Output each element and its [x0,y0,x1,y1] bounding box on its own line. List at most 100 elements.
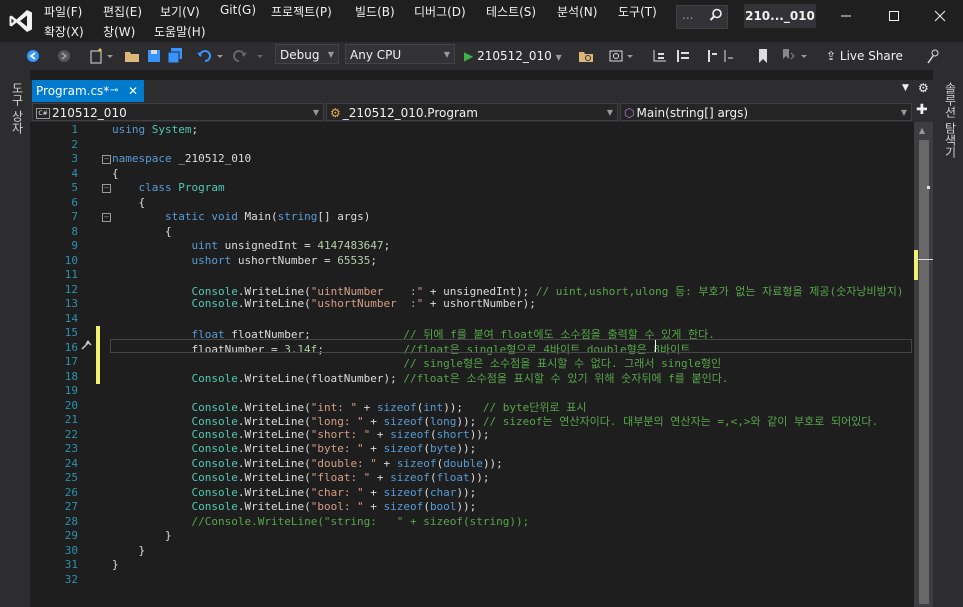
line-number: 23 [64,442,78,455]
code-line[interactable]: ushort ushortNumber = 65535; [112,254,376,267]
save-all-icon[interactable] [166,47,184,65]
pin-icon[interactable]: ⊸ [110,80,118,102]
open-file-icon[interactable] [124,47,140,65]
solution-explorer-tab[interactable]: 솔루션 탐색기 [942,82,959,158]
bookmark-icon[interactable] [756,47,770,65]
minimize-icon[interactable] [834,6,858,26]
configuration-value: Debug [280,48,320,62]
format-icon[interactable] [674,47,692,65]
code-line[interactable]: Console.WriteLine("float: " + sizeof(flo… [112,471,489,484]
chevron-down-icon: ▼ [443,50,450,59]
menu-item[interactable]: 도움말(H) [154,23,206,40]
code-line[interactable]: { [112,167,119,180]
type-dropdown[interactable]: ⚙ _210512_010.Program ▼ [326,103,618,121]
code-editor[interactable]: 1 2 3 4 5 6 7 8 9 10 11 12 13 14 15 16 17 18 19 20 21 22 23 24 2… [30,122,914,607]
scrollbar-thumb[interactable] [919,140,929,604]
menu-item[interactable]: 빌드(B) [355,3,395,20]
code-line[interactable]: Console.WriteLine("bool: " + sizeof(bool… [112,500,476,513]
line-number: 2 [71,137,78,151]
solution-name-badge[interactable]: 210..._010 [744,4,816,28]
search-box[interactable]: ... [676,5,728,29]
line-number: 22 [64,427,78,441]
vertical-scrollbar[interactable]: ▲ [914,122,933,607]
chevron-down-icon[interactable] [626,47,634,65]
search-icon[interactable] [709,8,723,22]
close-icon[interactable]: ✕ [128,80,138,102]
redo-icon[interactable] [232,47,248,65]
class-icon: ⚙ [330,106,341,120]
code-line[interactable]: { [112,225,172,238]
feedback-icon[interactable] [926,47,942,65]
configuration-dropdown[interactable]: Debug ▼ [275,44,339,64]
line-number-gutter: 1 2 3 4 5 6 7 8 9 10 11 12 13 14 15 16 17 18 19 20 21 22 23 24 2… [30,122,88,607]
menu-item[interactable]: 파일(F) [44,3,82,20]
toolbox-tab[interactable]: 도구 상자 [9,82,26,134]
menu-item[interactable]: 창(W) [103,23,135,40]
code-line[interactable]: } [112,544,145,557]
code-line[interactable]: class Program [112,181,225,194]
uncomment-icon[interactable] [722,47,734,65]
tab-list-dropdown-icon[interactable]: ▼ [902,83,909,93]
close-icon[interactable] [928,6,952,26]
code-line[interactable]: Console.WriteLine("short: " + sizeof(sho… [112,428,489,441]
live-share-button[interactable]: ⇪ Live Share [826,45,903,67]
step-over-icon[interactable] [652,47,670,65]
chevron-down-icon[interactable] [216,47,224,65]
code-line[interactable]: Console.WriteLine("ushortNumber :" + ush… [112,297,535,310]
folder-search-icon[interactable] [578,47,594,65]
menu-item[interactable]: 확장(X) [44,23,84,40]
overview-mark [927,186,930,189]
chevron-down-icon[interactable] [106,47,114,65]
split-editor-icon[interactable]: ✚ [916,102,928,118]
navigate-back-icon[interactable] [24,47,42,65]
fold-toggle-icon[interactable]: − [102,155,111,164]
method-icon: ⬡ [624,106,635,120]
scroll-up-icon[interactable]: ▲ [919,126,925,135]
platform-dropdown[interactable]: Any CPU ▼ [345,44,455,64]
start-debugging-button[interactable]: ▶ 210512_010 ▼ [464,45,562,67]
code-line[interactable]: uint unsignedInt = 4147483647; [112,239,390,252]
fold-toggle-icon[interactable]: − [102,213,111,222]
code-line[interactable]: using System; [112,123,198,136]
bookmark-nav-icon[interactable] [780,47,796,65]
save-icon[interactable] [146,47,162,65]
screenshot-icon[interactable] [608,47,624,65]
menu-item[interactable]: 보기(V) [160,3,200,20]
quick-action-icon[interactable] [80,339,94,351]
code-line[interactable]: Console.WriteLine("char: " + sizeof(char… [112,486,476,499]
menu-item[interactable]: 분석(N) [557,3,597,20]
line-number: 13 [64,297,78,310]
maximize-icon[interactable] [882,6,906,26]
menu-item[interactable]: Git(G) [220,3,256,17]
visual-studio-logo-icon[interactable] [8,8,34,34]
menu-item[interactable]: 편집(E) [103,3,142,20]
code-line[interactable]: } [112,529,172,542]
code-line[interactable]: { [112,196,145,209]
project-dropdown[interactable]: C# 210512_010 ▼ [32,103,324,121]
line-number: 31 [64,558,78,571]
tab-program-cs[interactable]: Program.cs* ⊸ ✕ [32,80,144,102]
undo-icon[interactable] [196,47,212,65]
chevron-down-icon[interactable] [800,47,808,65]
navigate-forward-icon[interactable] [56,47,72,65]
chevron-down-icon[interactable] [256,47,264,65]
code-line[interactable]: //Console.WriteLine("string: " + sizeof(… [112,515,529,528]
menu-item[interactable]: 프로젝트(P) [271,3,332,20]
menu-item[interactable]: 테스트(S) [486,3,536,20]
code-line[interactable]: } [112,558,119,571]
new-project-icon[interactable] [88,47,104,65]
menu-item[interactable]: 도구(T) [618,3,657,20]
gear-icon[interactable]: ⚙ [918,81,929,95]
code-line[interactable]: Console.WriteLine(floatNumber); //float은… [112,370,728,386]
code-line[interactable]: static void Main(string[] args) [112,210,370,223]
line-number: 19 [64,384,78,397]
menu-item[interactable]: 디버그(D) [414,3,466,20]
project-name: 210512_010 [52,106,127,120]
code-line[interactable]: namespace _210512_010 [112,152,251,165]
comment-icon[interactable] [706,47,718,65]
line-number: 27 [64,500,78,513]
code-line[interactable]: Console.WriteLine("double: " + sizeof(do… [112,457,502,470]
code-line[interactable]: Console.WriteLine("byte: " + sizeof(byte… [112,442,476,455]
member-dropdown[interactable]: ⬡ Main(string[] args) ▼ [620,103,912,121]
fold-toggle-icon[interactable]: − [102,184,111,193]
